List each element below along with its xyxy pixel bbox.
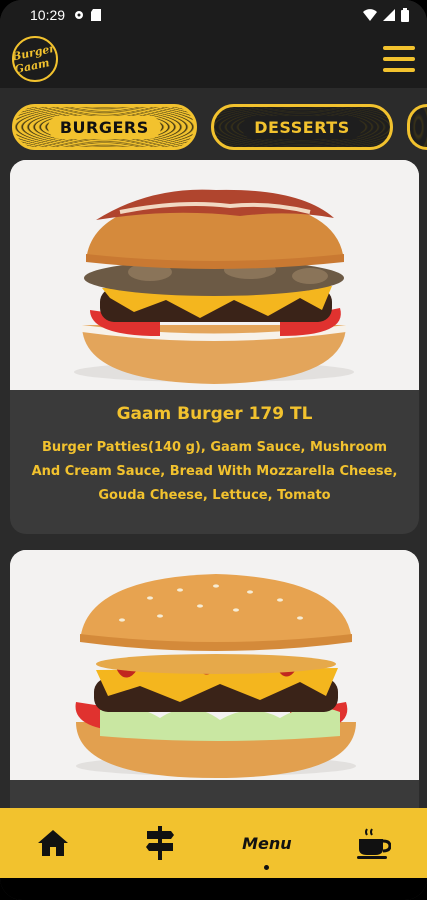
tab-burgers[interactable]: BURGERS [12,104,197,150]
menu-item-title: Gaam Burger 179 TL [116,404,313,424]
gaam-burger-image [10,160,419,390]
hamburger-menu-button[interactable] [383,46,415,72]
classic-burger-image [10,550,419,780]
app-bar: Burger Gaam [0,30,427,88]
menu-item-card[interactable]: Gaam Burger 179 TL Burger Patties(140 g)… [10,160,419,534]
hamburger-icon [383,46,415,50]
home-icon [38,830,69,856]
nav-home[interactable] [13,808,93,878]
tab-desserts-label: DESSERTS [242,115,362,139]
nav-cafe[interactable] [334,808,414,878]
tab-next-partial[interactable] [407,104,427,150]
app-screen: 10:29 Burger Gaam BURGERS DESSERTS Gaam … [0,0,427,900]
tab-burgers-label: BURGERS [47,115,161,139]
bottom-navigation: Menu [0,808,427,878]
tab-desserts[interactable]: DESSERTS [210,104,394,150]
burger-photo [10,160,419,390]
menu-list[interactable]: Gaam Burger 179 TL Burger Patties(140 g)… [10,160,419,848]
burger-photo [10,550,419,780]
coffee-cup-icon [356,828,391,859]
brand-logo[interactable]: Burger Gaam [12,36,58,82]
menu-item-description: Burger Patties(140 g), Gaam Sauce, Mushr… [31,440,398,503]
signpost-icon [146,826,175,860]
active-indicator-dot [264,865,270,870]
system-gesture-bar [0,878,427,900]
nav-locations[interactable] [120,808,200,878]
battery-icon [401,8,409,22]
sd-card-icon [91,9,102,21]
status-bar: 10:29 [0,0,427,30]
category-tabs: BURGERS DESSERTS [0,98,427,156]
status-time: 10:29 [30,7,66,23]
settings-gear-icon [75,11,84,19]
wifi-icon [363,9,377,21]
logo-text: Burger Gaam [12,41,57,77]
menu-item-card[interactable] [10,550,419,832]
signal-icon [383,9,395,21]
nav-menu[interactable]: Menu [227,808,307,878]
nav-menu-label: Menu [242,833,292,853]
